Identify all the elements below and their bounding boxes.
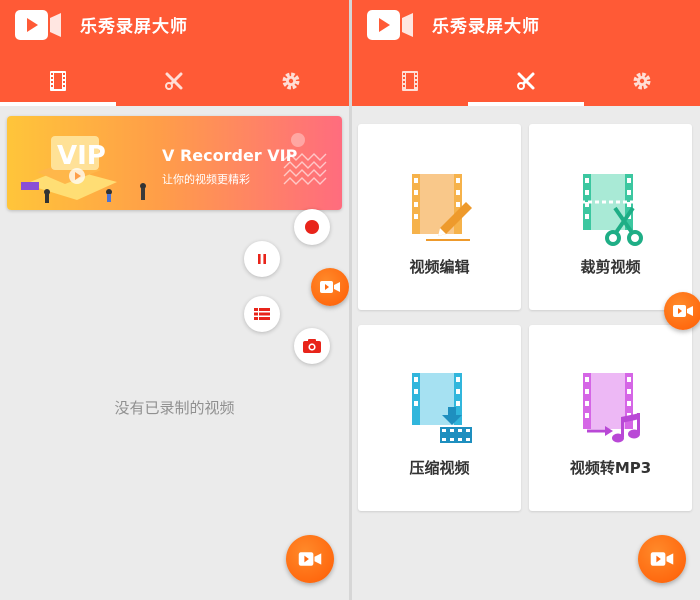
film-icon bbox=[50, 71, 66, 91]
video-edit-icon bbox=[412, 174, 472, 241]
video-camera-icon bbox=[298, 552, 322, 566]
start-recording-fab[interactable] bbox=[638, 535, 686, 583]
vip-subtitle: 让你的视频更精彩 bbox=[162, 173, 250, 186]
pause-icon bbox=[258, 254, 266, 264]
video-trim-icon bbox=[581, 174, 643, 246]
tab-tools[interactable] bbox=[468, 58, 584, 104]
tools-icon bbox=[165, 72, 183, 90]
gear-icon bbox=[282, 72, 300, 90]
tool-video-to-mp3[interactable]: 视频转MP3 bbox=[529, 325, 692, 511]
tools-screen: 乐秀录屏大师 视频编辑 裁剪视频 压缩视频 视频转MP3 bbox=[352, 0, 700, 600]
vip-title: V Recorder VIP bbox=[162, 146, 298, 165]
vip-illustration: VIP bbox=[21, 136, 146, 203]
video-camera-icon bbox=[673, 305, 693, 317]
tab-settings[interactable] bbox=[584, 58, 700, 104]
vip-art-text: VIP bbox=[57, 141, 106, 171]
gear-icon bbox=[633, 72, 651, 90]
empty-state-message: 没有已录制的视频 bbox=[114, 399, 235, 417]
active-tab-indicator bbox=[0, 102, 116, 106]
tool-video-edit[interactable]: 视频编辑 bbox=[358, 124, 521, 310]
record-button[interactable] bbox=[294, 209, 330, 245]
vip-banner[interactable]: VIP V Recorder VIP 让你的视频更精彩 bbox=[7, 116, 342, 210]
record-icon bbox=[305, 220, 319, 234]
tab-recordings[interactable] bbox=[0, 58, 116, 104]
tab-recordings[interactable] bbox=[352, 58, 468, 104]
video-compress-icon bbox=[412, 373, 472, 443]
tool-label: 裁剪视频 bbox=[580, 258, 641, 276]
tool-label: 压缩视频 bbox=[409, 459, 470, 477]
active-tab-indicator bbox=[468, 102, 584, 106]
video-camera-icon bbox=[320, 281, 340, 293]
tab-settings[interactable] bbox=[233, 58, 349, 104]
pause-button[interactable] bbox=[244, 241, 280, 277]
tool-label: 视频转MP3 bbox=[569, 459, 652, 477]
app-title: 乐秀录屏大师 bbox=[432, 17, 540, 37]
tool-video-trim[interactable]: 裁剪视频 bbox=[529, 124, 692, 310]
decorative-pattern bbox=[283, 133, 327, 185]
tab-tools[interactable] bbox=[116, 58, 232, 104]
app-title: 乐秀录屏大师 bbox=[80, 17, 188, 37]
recordings-screen: 乐秀录屏大师 VIP V Recorder VIP 让你的视频更精彩 没有已录制… bbox=[0, 0, 349, 600]
tool-video-compress[interactable]: 压缩视频 bbox=[358, 325, 521, 511]
app-logo-icon bbox=[15, 10, 61, 40]
start-recording-fab[interactable] bbox=[286, 535, 334, 583]
camera-icon bbox=[303, 339, 321, 353]
app-logo-icon bbox=[367, 10, 413, 40]
film-icon bbox=[402, 71, 418, 91]
floating-recorder-toggle[interactable] bbox=[311, 268, 349, 306]
tools-icon bbox=[517, 72, 535, 90]
list-icon bbox=[254, 308, 270, 320]
app-header: 乐秀录屏大师 bbox=[0, 0, 349, 106]
floating-recorder-toggle[interactable] bbox=[664, 292, 700, 330]
tool-label: 视频编辑 bbox=[409, 258, 470, 276]
video-camera-icon bbox=[650, 552, 674, 566]
app-header: 乐秀录屏大师 bbox=[352, 0, 700, 106]
video-to-mp3-icon bbox=[583, 373, 640, 443]
screenshot-button[interactable] bbox=[294, 328, 330, 364]
video-list-button[interactable] bbox=[244, 296, 280, 332]
